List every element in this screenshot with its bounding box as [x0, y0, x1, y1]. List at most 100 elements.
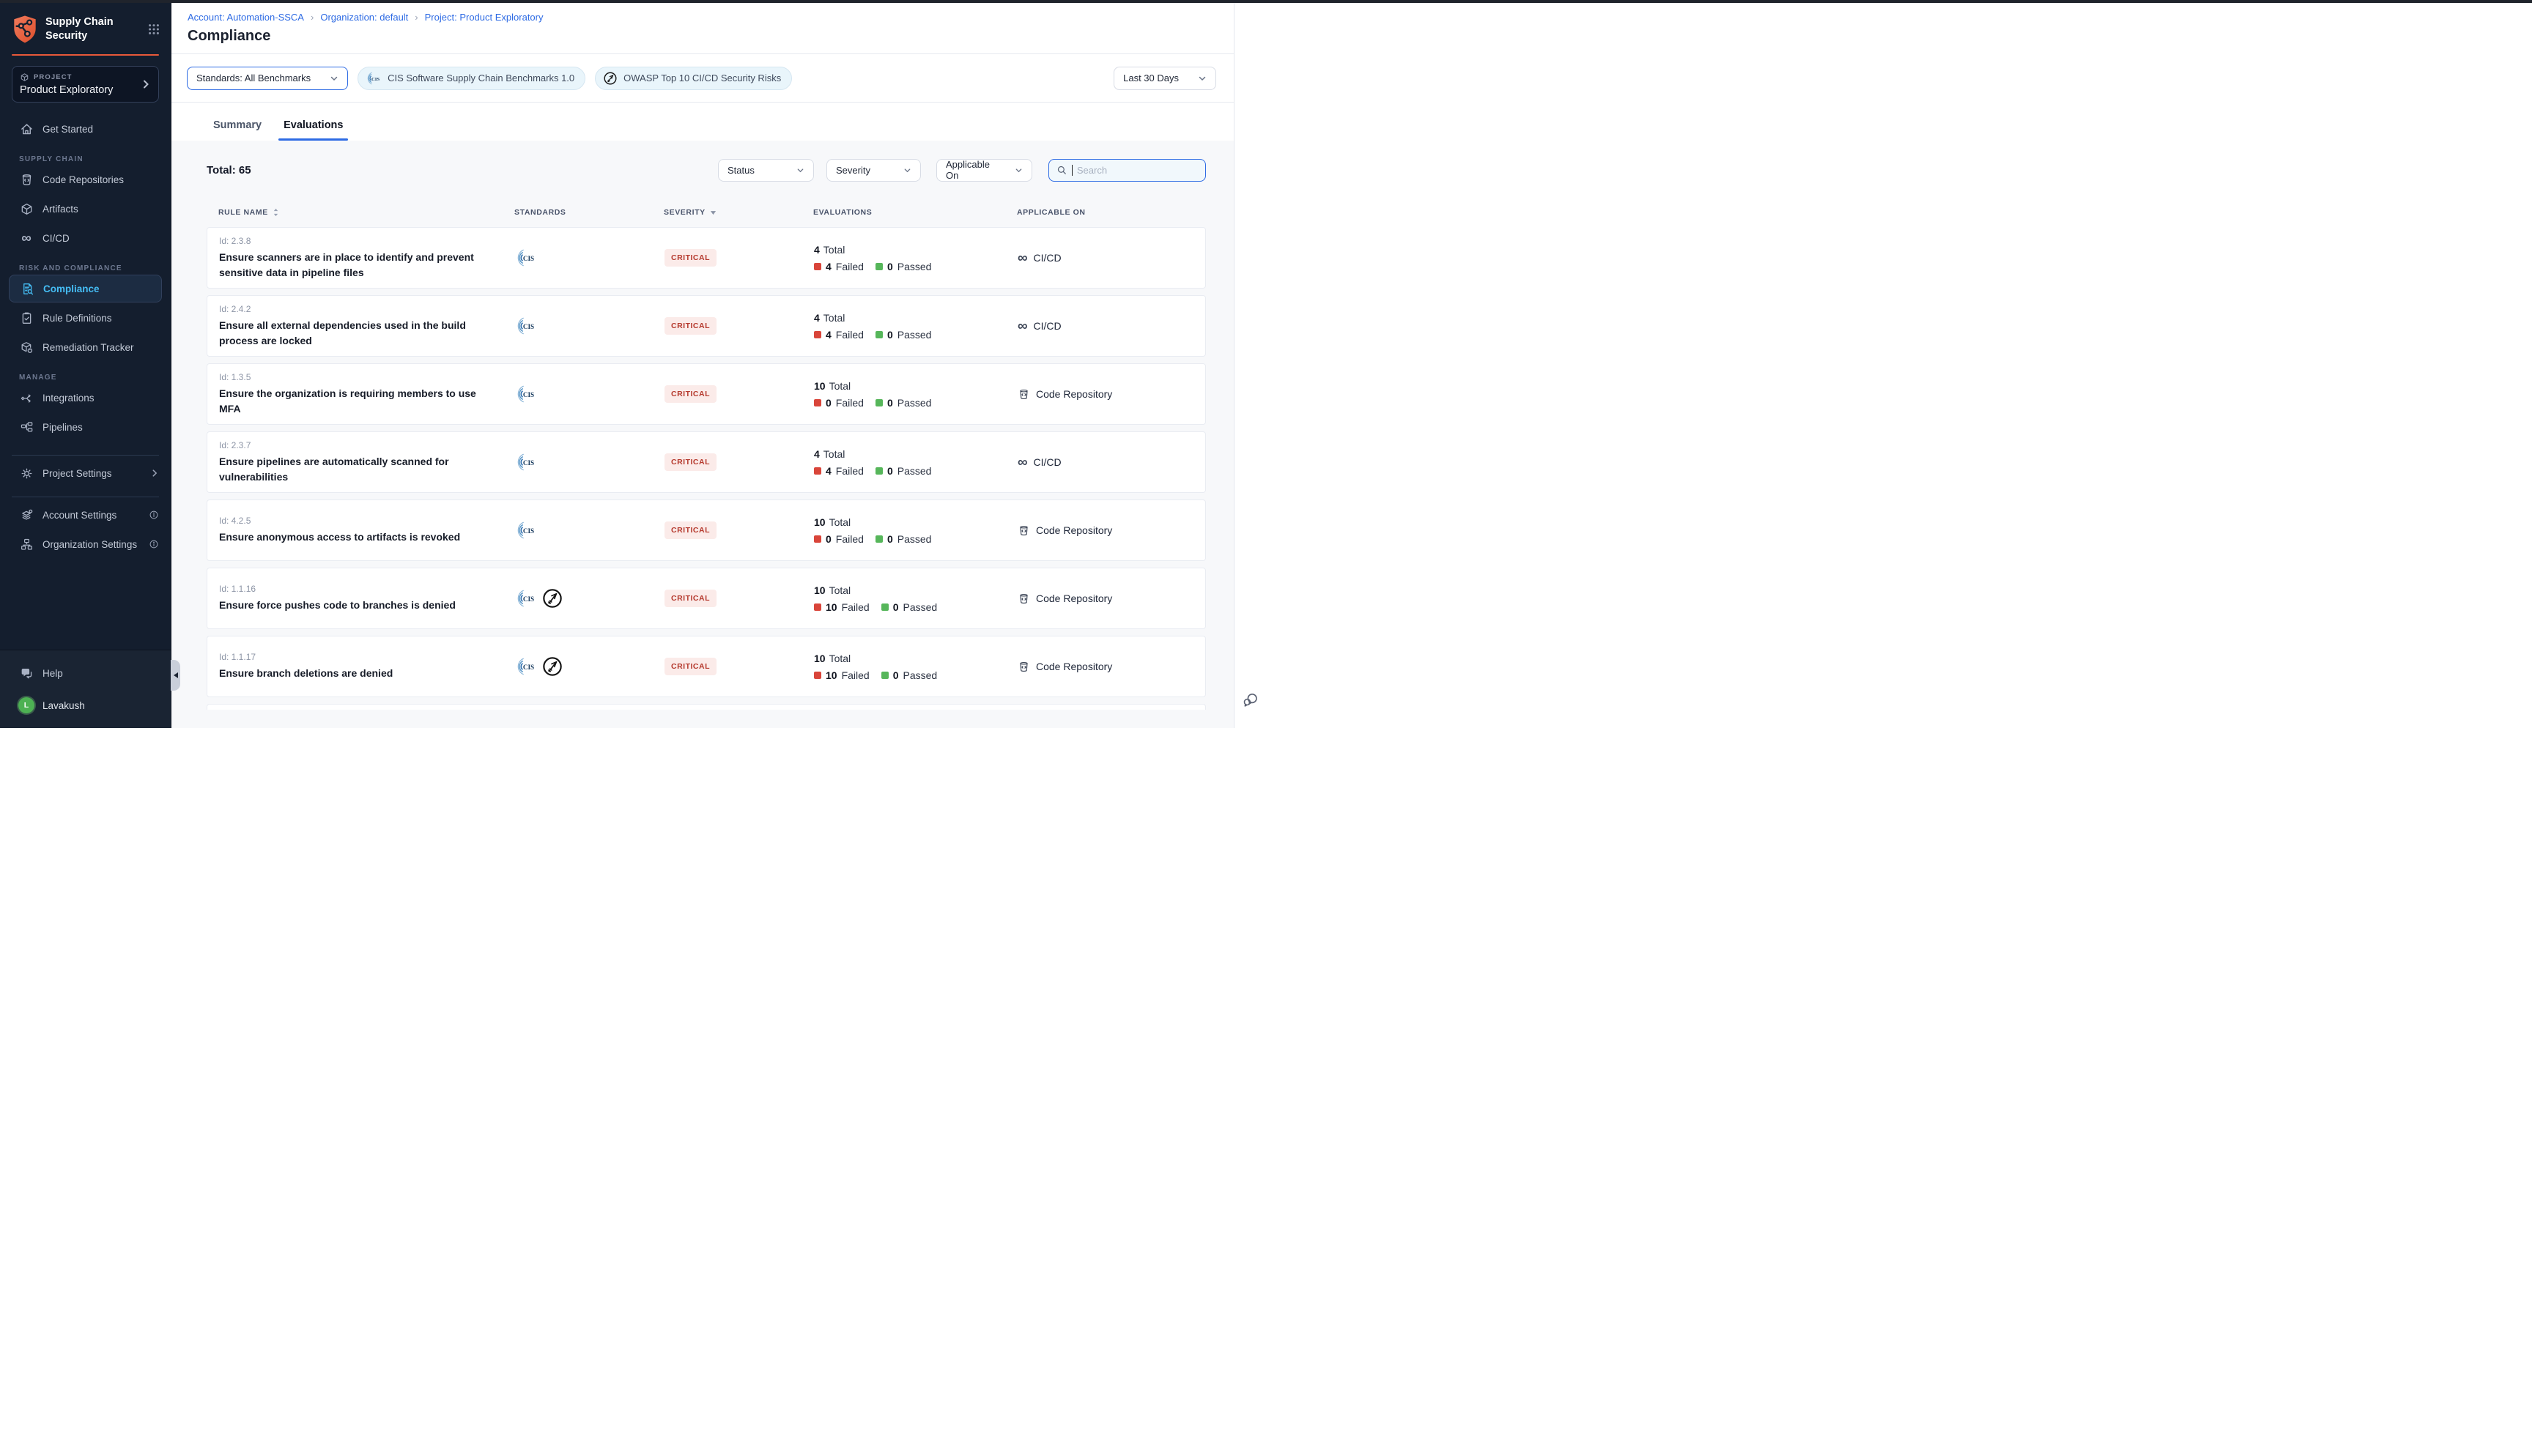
- eval-passed-label: Passed: [897, 397, 932, 409]
- severity-badge: CRITICAL: [665, 521, 717, 539]
- eval-total-value: 4: [814, 312, 820, 324]
- eval-passed-value: 0: [887, 465, 893, 477]
- sidebar-item-compliance[interactable]: Compliance: [9, 275, 162, 302]
- sidebar-item-label: Organization Settings: [42, 539, 137, 550]
- failed-indicator: [814, 672, 821, 679]
- sidebar-item-cicd[interactable]: ∞ CI/CD: [0, 223, 171, 253]
- sidebar-item-integrations[interactable]: Integrations: [0, 383, 171, 412]
- table-row[interactable]: Id: 2.4.2 Ensure all external dependenci…: [207, 295, 1206, 357]
- eval-failed-value: 4: [826, 465, 832, 477]
- eval-passed-label: Passed: [903, 601, 938, 613]
- breadcrumb-project[interactable]: Project: Product Exploratory: [425, 12, 544, 23]
- failed-indicator: [814, 467, 821, 475]
- cis-logo-icon: CIS: [515, 655, 537, 677]
- failed-indicator: [814, 399, 821, 406]
- code-repository-icon: [1018, 388, 1030, 401]
- applicable-on-cell: Code Repository: [1018, 388, 1205, 401]
- severity-cell: CRITICAL: [665, 317, 814, 335]
- status-filter-dropdown[interactable]: Status: [718, 159, 814, 182]
- info-icon[interactable]: [149, 539, 159, 549]
- eval-total-label: Total: [829, 653, 851, 664]
- standards-dropdown[interactable]: Standards: All Benchmarks: [187, 67, 348, 90]
- evaluations-cell: 10Total 10Failed 0Passed: [814, 653, 1018, 681]
- sidebar-item-rule-definitions[interactable]: Rule Definitions: [0, 303, 171, 333]
- applicable-on-value: Code Repository: [1036, 661, 1112, 672]
- sidebar-item-artifacts[interactable]: Artifacts: [0, 194, 171, 223]
- eval-total-label: Total: [823, 448, 845, 460]
- sidebar-item-label: Get Started: [42, 124, 93, 135]
- table-row[interactable]: Id: 1.3.5 Ensure the organization is req…: [207, 363, 1206, 425]
- table-row[interactable]: Id: 4.2.5 Ensure anonymous access to art…: [207, 499, 1206, 561]
- sidebar-item-account-settings[interactable]: Account Settings: [0, 500, 171, 530]
- rule-id: Id: 1.1.16: [219, 584, 495, 594]
- sidebar-item-remediation-tracker[interactable]: Remediation Tracker: [0, 333, 171, 362]
- applicable-on-filter-dropdown[interactable]: Applicable On: [936, 159, 1032, 182]
- project-info: PROJECT Product Exploratory: [20, 73, 141, 96]
- sidebar-item-get-started[interactable]: Get Started: [0, 114, 171, 144]
- failed-indicator: [814, 535, 821, 543]
- chip-owasp-top10[interactable]: OWASP Top 10 CI/CD Security Risks: [595, 67, 792, 90]
- applicable-on-filter-label: Applicable On: [946, 159, 996, 181]
- sort-updown-icon: [273, 208, 279, 217]
- sidebar-item-label: Project Settings: [42, 468, 112, 479]
- sidebar-collapse-handle[interactable]: [171, 660, 180, 691]
- breadcrumb-organization[interactable]: Organization: default: [320, 12, 408, 23]
- pipelines-icon: [19, 420, 34, 434]
- eval-passed-value: 0: [893, 669, 899, 681]
- column-standards: STANDARDS: [514, 208, 664, 217]
- tab-summary[interactable]: Summary: [213, 119, 262, 141]
- eval-passed-value: 0: [887, 533, 893, 545]
- sidebar-item-help[interactable]: ? Help: [0, 659, 171, 687]
- rule-id: Id: 2.3.8: [219, 236, 495, 246]
- chip-cis-benchmarks[interactable]: CIS CIS Software Supply Chain Benchmarks…: [358, 67, 585, 90]
- severity-badge: CRITICAL: [665, 317, 717, 335]
- rule-name-cell: Id: 2.3.8 Ensure scanners are in place t…: [207, 236, 515, 280]
- column-rule-name[interactable]: RULE NAME: [207, 208, 514, 217]
- sidebar-item-pipelines[interactable]: Pipelines: [0, 412, 171, 442]
- sidebar-item-code-repositories[interactable]: Code Repositories: [0, 165, 171, 194]
- infinity-icon: ∞: [19, 231, 34, 245]
- eval-total-value: 4: [814, 244, 820, 256]
- svg-text:CIS: CIS: [523, 255, 534, 262]
- table-row-partial[interactable]: [207, 704, 1206, 710]
- column-label: EVALUATIONS: [813, 208, 872, 217]
- severity-cell: CRITICAL: [665, 521, 814, 539]
- tab-evaluations[interactable]: Evaluations: [284, 119, 343, 141]
- passed-indicator: [881, 603, 889, 611]
- support-chat-icon[interactable]: [1242, 691, 1259, 709]
- brand-title: Supply Chain Security: [45, 15, 127, 43]
- rule-name: Ensure scanners are in place to identify…: [219, 250, 495, 280]
- sidebar-item-label: Remediation Tracker: [42, 342, 134, 353]
- evaluations-content: Total: 65 Status Severity Applicable On: [171, 141, 1234, 728]
- table-row[interactable]: Id: 1.1.17 Ensure branch deletions are d…: [207, 636, 1206, 697]
- app-grid-icon[interactable]: [147, 23, 160, 36]
- search-input[interactable]: [1077, 165, 1198, 176]
- severity-filter-dropdown[interactable]: Severity: [826, 159, 921, 182]
- sidebar-item-label: Account Settings: [42, 510, 116, 521]
- eval-total-label: Total: [823, 244, 845, 256]
- user-menu[interactable]: L Lavakush: [0, 693, 171, 718]
- breadcrumb-account[interactable]: Account: Automation-SSCA: [188, 12, 304, 23]
- failed-indicator: [814, 263, 821, 270]
- clipboard-check-icon: [19, 311, 34, 325]
- table-row[interactable]: Id: 1.1.16 Ensure force pushes code to b…: [207, 568, 1206, 629]
- svg-text:?: ?: [23, 669, 26, 675]
- sidebar-item-project-settings[interactable]: Project Settings: [0, 458, 171, 488]
- search-icon: [1056, 165, 1067, 176]
- table-row[interactable]: Id: 2.3.7 Ensure pipelines are automatic…: [207, 431, 1206, 493]
- sidebar-item-organization-settings[interactable]: Organization Settings: [0, 530, 171, 559]
- date-range-value: Last 30 Days: [1123, 73, 1179, 83]
- total-count: Total: 65: [207, 164, 251, 177]
- shield-logo-icon: [12, 15, 38, 44]
- info-icon[interactable]: [149, 510, 159, 520]
- date-range-dropdown[interactable]: Last 30 Days: [1114, 67, 1216, 90]
- severity-cell: CRITICAL: [665, 249, 814, 267]
- sidebar-item-label: Code Repositories: [42, 174, 124, 185]
- sidebar-divider: [12, 455, 159, 456]
- home-icon: [19, 122, 34, 136]
- table-row[interactable]: Id: 2.3.8 Ensure scanners are in place t…: [207, 227, 1206, 289]
- column-severity[interactable]: SEVERITY: [664, 208, 813, 217]
- evaluations-cell: 4Total 4Failed 0Passed: [814, 448, 1018, 477]
- project-selector[interactable]: PROJECT Product Exploratory: [12, 66, 159, 103]
- applicable-on-value: Code Repository: [1036, 388, 1112, 400]
